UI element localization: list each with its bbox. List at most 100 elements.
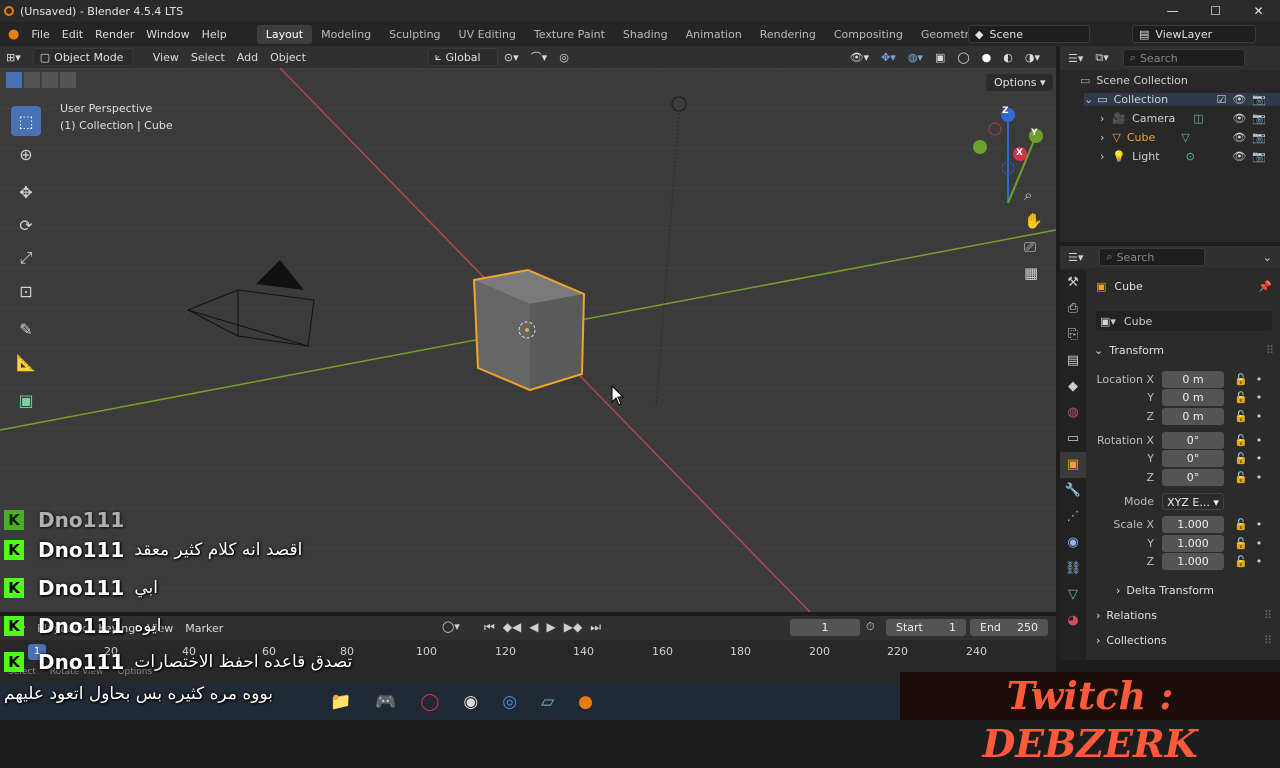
- select-new-icon[interactable]: [6, 72, 22, 88]
- lock-icon[interactable]: 🔓: [1234, 471, 1248, 484]
- lock-icon[interactable]: 🔓: [1234, 373, 1248, 386]
- collections-panel[interactable]: › Collections ⠿: [1096, 634, 1272, 647]
- pivot-point-icon[interactable]: ⊙▾: [498, 49, 525, 66]
- xray-icon[interactable]: ▣: [929, 49, 951, 66]
- blender-menu-icon[interactable]: ●: [8, 27, 19, 42]
- file-explorer-icon[interactable]: 📁: [330, 692, 351, 712]
- pan-hand-icon[interactable]: ✋: [1024, 212, 1043, 230]
- obs-icon[interactable]: ◉: [463, 692, 478, 712]
- keyframe-dot-icon[interactable]: •: [1256, 471, 1263, 484]
- select-subtract-icon[interactable]: [42, 72, 58, 88]
- light-toggles[interactable]: 👁📷: [1232, 150, 1272, 163]
- rotation-z-field[interactable]: 0°: [1162, 468, 1224, 486]
- lock-icon[interactable]: 🔓: [1234, 537, 1248, 550]
- object-datablock-icon[interactable]: ▣▾: [1100, 315, 1116, 328]
- keyframe-dot-icon[interactable]: •: [1256, 452, 1263, 465]
- collection-toggles[interactable]: ☑👁📷: [1216, 93, 1272, 106]
- editor-type-icon[interactable]: ⊞▾: [0, 49, 27, 66]
- tab-layout[interactable]: Layout: [256, 24, 313, 44]
- outliner-item-cube[interactable]: › ▽ Cube ▽ 👁📷: [1100, 131, 1280, 144]
- current-frame-field[interactable]: 1: [790, 619, 860, 636]
- lock-icon[interactable]: 🔓: [1234, 434, 1248, 447]
- tab-uv-editing[interactable]: UV Editing: [450, 25, 525, 44]
- rotation-x-field[interactable]: 0°: [1162, 431, 1224, 449]
- rendered-shading-icon[interactable]: ◑▾: [1019, 49, 1046, 66]
- cursor-tool-icon[interactable]: ⊕: [11, 139, 41, 169]
- scene-tab-icon[interactable]: ◆: [1060, 374, 1086, 400]
- start-frame-field[interactable]: Start 1: [886, 619, 966, 636]
- properties-editor-icon[interactable]: ☰▾: [1068, 251, 1083, 264]
- menu-file[interactable]: File: [25, 28, 55, 41]
- menu-render[interactable]: Render: [89, 28, 140, 41]
- jump-start-icon[interactable]: ⏮: [484, 620, 495, 635]
- mode-dropdown[interactable]: ▢ Object Mode: [32, 48, 133, 66]
- properties-search-input[interactable]: ⌕ Search: [1099, 248, 1206, 266]
- select-invert-icon[interactable]: [60, 72, 76, 88]
- camera-data-icon[interactable]: ◫: [1193, 112, 1203, 125]
- menu-view[interactable]: View: [147, 49, 185, 66]
- lock-icon[interactable]: 🔓: [1234, 410, 1248, 423]
- wireframe-shading-icon[interactable]: ◯: [951, 49, 975, 66]
- keyframe-dot-icon[interactable]: •: [1256, 391, 1263, 404]
- menu-window[interactable]: Window: [140, 28, 195, 41]
- outliner-editor-icon[interactable]: ☰▾: [1068, 52, 1083, 65]
- tab-compositing[interactable]: Compositing: [825, 25, 912, 44]
- world-tab-icon[interactable]: ◍: [1060, 400, 1086, 426]
- menu-add[interactable]: Add: [231, 49, 264, 66]
- view-layer-tab-icon[interactable]: ▤: [1060, 348, 1086, 374]
- keyframe-dot-icon[interactable]: •: [1256, 410, 1263, 423]
- scale-y-field[interactable]: 1.000: [1162, 534, 1224, 552]
- chevron-right-icon[interactable]: ›: [1100, 131, 1104, 144]
- add-cube-tool-icon[interactable]: ▣: [11, 385, 41, 415]
- transform-tool-icon[interactable]: ⊡: [11, 276, 41, 306]
- minimize-button[interactable]: —: [1151, 0, 1194, 22]
- tab-sculpting[interactable]: Sculpting: [380, 25, 449, 44]
- output-tab-icon[interactable]: ⎘: [1060, 322, 1086, 348]
- collection-row[interactable]: ⌄ ▭ Collection ☑👁📷: [1084, 93, 1280, 106]
- modifier-tab-icon[interactable]: 🔧: [1060, 478, 1086, 504]
- collection-tab-icon[interactable]: ▭: [1060, 426, 1086, 452]
- scale-x-field[interactable]: 1.000: [1162, 515, 1224, 533]
- overlay-toggle-icon[interactable]: ◍▾: [902, 49, 929, 66]
- select-extend-icon[interactable]: [24, 72, 40, 88]
- scale-z-field[interactable]: 1.000: [1162, 552, 1224, 570]
- move-tool-icon[interactable]: ✥: [11, 177, 41, 207]
- lock-icon[interactable]: 🔓: [1234, 391, 1248, 404]
- outliner-item-camera[interactable]: › 🎥 Camera ◫ 👁📷: [1100, 112, 1280, 125]
- play-reverse-icon[interactable]: ◀: [529, 620, 538, 635]
- transform-orientation-dropdown[interactable]: ⟀ Global: [427, 48, 498, 66]
- menu-marker[interactable]: Marker: [179, 620, 229, 637]
- menu-select[interactable]: Select: [185, 49, 231, 66]
- zoom-icon[interactable]: ⌕: [1024, 186, 1043, 204]
- object-name-field[interactable]: ▣▾ Cube: [1096, 311, 1272, 331]
- chevron-right-icon[interactable]: ›: [1100, 150, 1104, 163]
- keyframe-dot-icon[interactable]: •: [1256, 373, 1263, 386]
- gizmo-toggle-icon[interactable]: ✥▾: [875, 49, 902, 66]
- render-tab-icon[interactable]: ⎙: [1060, 296, 1086, 322]
- object-tab-icon[interactable]: ▣: [1060, 452, 1086, 478]
- location-z-field[interactable]: 0 m: [1162, 407, 1224, 425]
- stopwatch-icon[interactable]: ⏱: [866, 620, 875, 634]
- auto-key-icon[interactable]: ◯▾: [442, 620, 460, 633]
- play-icon[interactable]: ▶: [547, 620, 556, 635]
- relations-panel[interactable]: › Relations ⠿: [1096, 609, 1272, 622]
- cube-object[interactable]: [472, 268, 586, 392]
- visibility-icon[interactable]: 👁▾: [844, 49, 876, 66]
- location-x-field[interactable]: 0 m: [1162, 370, 1224, 388]
- constraints-tab-icon[interactable]: ⛓: [1060, 556, 1086, 582]
- tab-animation[interactable]: Animation: [677, 25, 751, 44]
- rotate-tool-icon[interactable]: ⟳: [11, 210, 41, 240]
- tab-rendering[interactable]: Rendering: [751, 25, 825, 44]
- scene-selector[interactable]: ◆ Scene: [968, 25, 1090, 43]
- outliner-search-input[interactable]: ⌕ Search: [1122, 49, 1245, 67]
- chevron-right-icon[interactable]: ›: [1100, 112, 1104, 125]
- scale-tool-icon[interactable]: ⤢: [11, 243, 41, 273]
- scene-collection-row[interactable]: ▭ Scene Collection: [1080, 74, 1188, 87]
- lock-icon[interactable]: 🔓: [1234, 452, 1248, 465]
- delta-transform-subpanel[interactable]: › Delta Transform: [1116, 584, 1214, 597]
- measure-tool-icon[interactable]: 📐: [11, 347, 41, 377]
- particles-tab-icon[interactable]: ⋰: [1060, 504, 1086, 530]
- menu-edit[interactable]: Edit: [56, 28, 89, 41]
- keyframe-dot-icon[interactable]: •: [1256, 537, 1263, 550]
- tab-texture-paint[interactable]: Texture Paint: [525, 25, 614, 44]
